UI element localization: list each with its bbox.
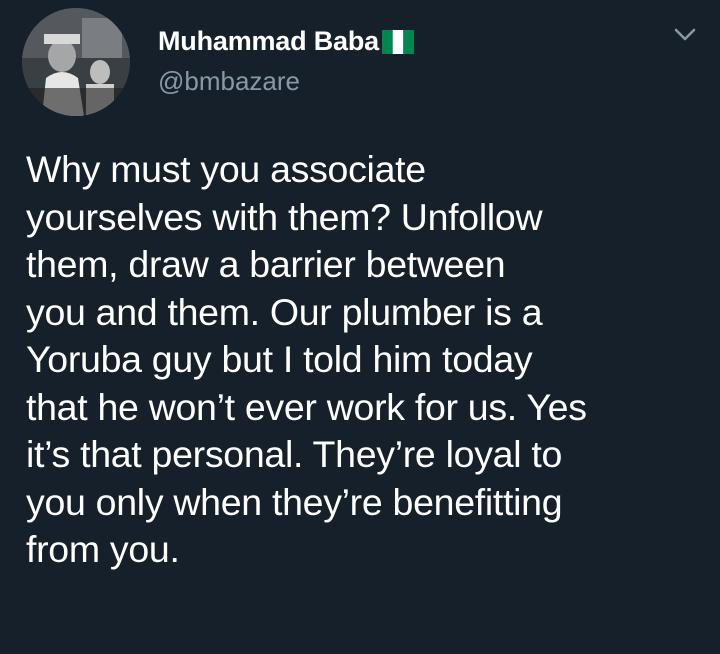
chevron-down-icon[interactable] <box>672 24 698 44</box>
tweet-text: Why must you associate yourselves with t… <box>26 148 587 570</box>
display-name[interactable]: Muhammad Baba <box>158 26 414 57</box>
tweet-card: Muhammad Baba @bmbazare Why must you ass… <box>0 0 720 654</box>
display-name-text: Muhammad Baba <box>158 26 379 56</box>
avatar-photo <box>22 8 130 116</box>
nigeria-flag-icon <box>381 29 414 54</box>
user-handle[interactable]: @bmbazare <box>158 66 300 97</box>
avatar[interactable] <box>22 8 130 116</box>
